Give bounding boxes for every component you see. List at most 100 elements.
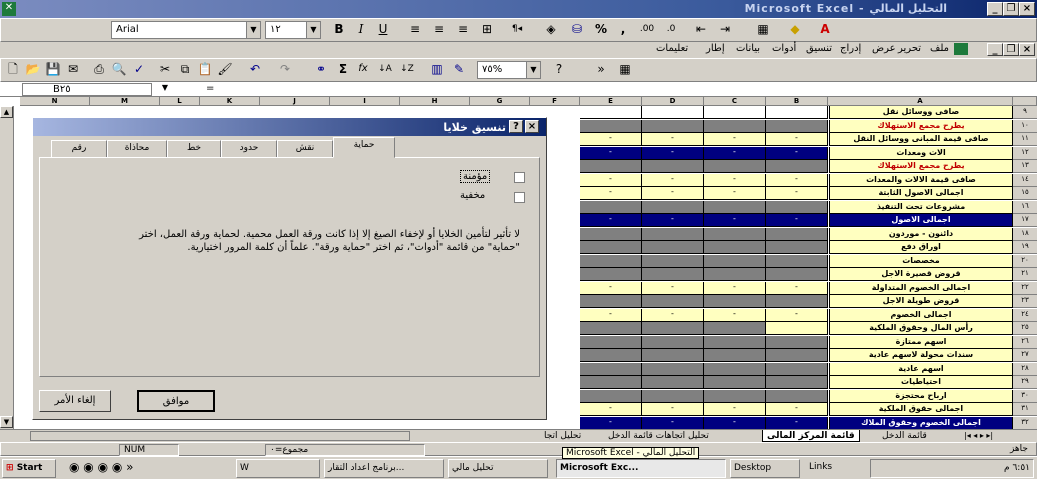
sort-ascending-icon[interactable]: ↓A [375, 59, 395, 79]
data-cell[interactable] [704, 376, 766, 389]
row-label-cell[interactable]: صافى قيمة الالات والمعدات [829, 173, 1013, 187]
quick-launch-icons[interactable]: ◉ ◉ ◉ ◉ » [66, 459, 226, 478]
sheet-nav-icon[interactable]: |◂ ◂ ▸ ▸| [960, 430, 1037, 442]
increase-indent-icon[interactable]: ⇥ [715, 19, 735, 39]
drawing-icon[interactable]: ✎ [449, 59, 469, 79]
row-header[interactable]: ١٤ [1013, 173, 1037, 187]
data-cell[interactable]: - [704, 403, 766, 416]
data-cell[interactable]: - [642, 308, 704, 322]
data-cell[interactable] [580, 268, 642, 281]
data-cell[interactable] [642, 227, 704, 241]
restore-button[interactable]: ❐ [1003, 2, 1019, 16]
menu-window[interactable]: إطار [706, 43, 725, 54]
print-preview-icon[interactable]: 🔍 [109, 59, 129, 79]
row-header[interactable]: ٩ [1013, 106, 1037, 119]
data-cell[interactable] [704, 160, 766, 173]
menu-view[interactable]: عرض [872, 43, 896, 54]
euro-icon[interactable]: ⛁ [567, 19, 587, 39]
data-cell[interactable] [580, 119, 642, 133]
row-label-cell[interactable]: اوراق دفع [829, 241, 1013, 254]
data-cell[interactable] [766, 254, 828, 268]
row-header[interactable]: ٢١ [1013, 268, 1037, 281]
data-cell[interactable]: - [580, 403, 642, 416]
data-cell[interactable]: - [642, 146, 704, 160]
data-cell[interactable] [766, 335, 828, 349]
row-label-cell[interactable]: ارباح محتجزة [829, 389, 1013, 403]
decrease-decimal-icon[interactable]: .0 [661, 19, 681, 39]
data-cell[interactable] [642, 106, 704, 119]
close-button[interactable]: × [1019, 2, 1035, 16]
data-cell[interactable]: - [642, 416, 704, 429]
column-header[interactable]: F [530, 97, 580, 106]
data-cell[interactable] [580, 227, 642, 241]
font-size-combo[interactable]: ١٢ ▼ [265, 21, 321, 39]
menu-tools[interactable]: أدوات [772, 43, 796, 54]
borders-icon[interactable]: ▦ [753, 19, 773, 39]
row-label-cell[interactable]: اجمالى الخصوم المتداولة [829, 281, 1013, 295]
data-cell[interactable]: - [766, 133, 828, 146]
data-cell[interactable]: - [642, 173, 704, 187]
formula-value[interactable]: = [206, 83, 214, 94]
data-cell[interactable]: - [704, 173, 766, 187]
data-cell[interactable]: - [642, 281, 704, 295]
data-cell[interactable] [642, 254, 704, 268]
data-cell[interactable] [580, 254, 642, 268]
data-cell[interactable] [642, 295, 704, 308]
row-header[interactable]: ١١ [1013, 133, 1037, 146]
data-cell[interactable]: - [704, 133, 766, 146]
data-cell[interactable]: - [766, 416, 828, 429]
data-cell[interactable] [580, 349, 642, 362]
data-cell[interactable]: - [766, 281, 828, 295]
data-cell[interactable] [580, 335, 642, 349]
data-cell[interactable] [580, 362, 642, 376]
row-label-cell[interactable]: قروض طويلة الاجل [829, 295, 1013, 308]
row-header[interactable]: ٢٤ [1013, 308, 1037, 322]
italic-button[interactable]: I [351, 19, 371, 39]
data-cell[interactable] [704, 322, 766, 335]
data-cell[interactable] [642, 160, 704, 173]
copy-icon[interactable]: ⧉ [175, 59, 195, 79]
row-header[interactable]: ٢٨ [1013, 362, 1037, 376]
data-cell[interactable]: - [766, 187, 828, 200]
menu-format[interactable]: تنسيق [806, 43, 832, 54]
vertical-scrollbar[interactable]: ▲ ▼ [0, 106, 14, 429]
data-cell[interactable] [766, 268, 828, 281]
data-cell[interactable] [580, 241, 642, 254]
start-button[interactable]: ⊞ Start [2, 459, 56, 478]
comma-button[interactable]: , [613, 19, 633, 39]
print-icon[interactable]: ⎙ [89, 59, 109, 79]
row-header[interactable]: ٣١ [1013, 403, 1037, 416]
data-cell[interactable] [642, 119, 704, 133]
data-cell[interactable]: - [580, 187, 642, 200]
font-color-icon[interactable]: A [815, 19, 835, 39]
data-cell[interactable]: - [704, 214, 766, 227]
row-label-cell[interactable]: اسهم ممتازة [829, 335, 1013, 349]
zoom-combo[interactable]: ٧٥% ▼ [477, 61, 541, 79]
data-cell[interactable] [704, 268, 766, 281]
data-cell[interactable]: - [766, 214, 828, 227]
data-cell[interactable] [704, 349, 766, 362]
data-cell[interactable] [580, 322, 642, 335]
row-label-cell[interactable]: اجمالى الاصول [829, 214, 1013, 227]
locked-checkbox[interactable] [514, 172, 525, 183]
row-label-cell[interactable]: يطرح مجمع الاستهلاك [829, 160, 1013, 173]
currency-icon[interactable]: ◈ [541, 19, 561, 39]
taskbar-task-excel[interactable]: Microsoft Exc... [556, 459, 726, 478]
dialog-close-button[interactable]: × [525, 120, 539, 133]
column-header[interactable]: H [400, 97, 470, 106]
function-button[interactable]: fx [353, 59, 373, 79]
row-label-cell[interactable]: صافى قيمة المبانى ووسائل النقل [829, 133, 1013, 146]
data-cell[interactable]: - [642, 214, 704, 227]
data-cell[interactable] [704, 254, 766, 268]
column-header[interactable]: C [704, 97, 766, 106]
fill-color-icon[interactable]: ◆ [785, 19, 805, 39]
sheet-tab-income[interactable]: قائمة الدخل [878, 430, 931, 442]
column-header[interactable]: K [200, 97, 260, 106]
email-icon[interactable]: ✉ [63, 59, 83, 79]
data-cell[interactable] [766, 362, 828, 376]
workbook-icon[interactable] [954, 43, 968, 55]
data-cell[interactable]: - [580, 281, 642, 295]
data-cell[interactable] [642, 322, 704, 335]
row-label-cell[interactable]: مخصصات [829, 254, 1013, 268]
data-cell[interactable] [766, 119, 828, 133]
